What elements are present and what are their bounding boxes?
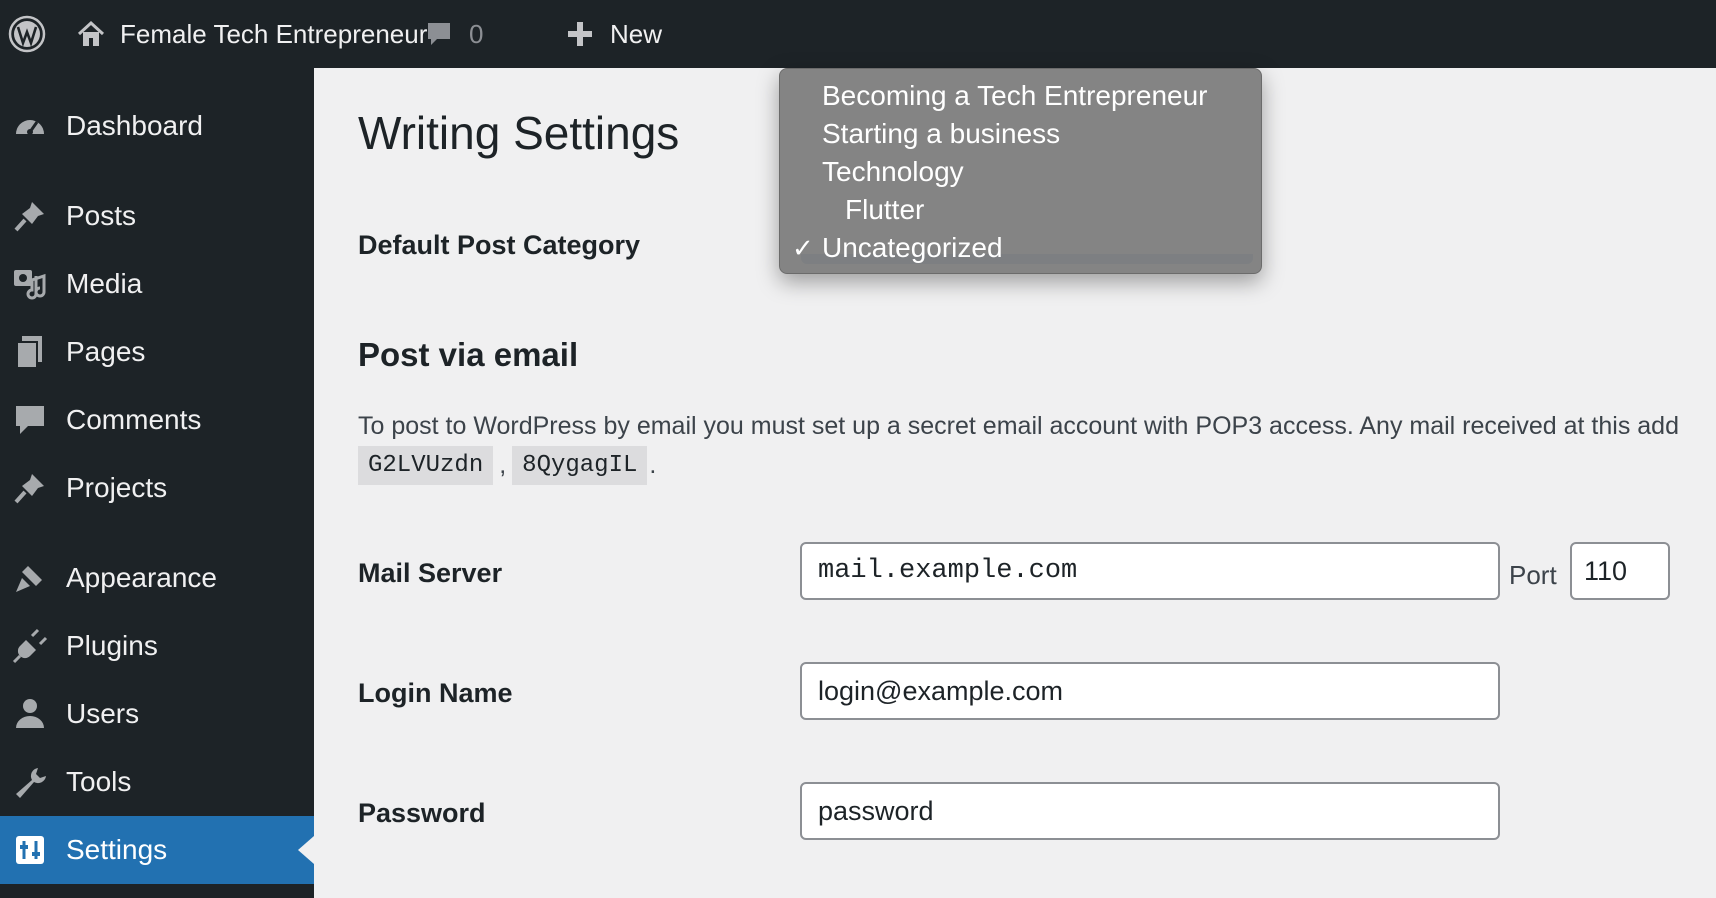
dropdown-option-starting-a-business[interactable]: Starting a business [780, 115, 1261, 153]
sidebar-item-appearance[interactable]: Appearance [0, 544, 314, 612]
login-name-input[interactable] [800, 662, 1500, 720]
code-end: . [649, 451, 657, 479]
password-label: Password [358, 798, 486, 828]
wordpress-logo-icon[interactable] [8, 0, 46, 68]
sidebar-item-label: Dashboard [66, 110, 203, 141]
dropdown-option-flutter[interactable]: Flutter [780, 191, 1261, 229]
new-label: New [610, 18, 663, 49]
sidebar-item-label: Users [66, 698, 140, 729]
sidebar-item-plugins[interactable]: Plugins [0, 612, 314, 680]
pin-icon [12, 470, 48, 506]
plug-icon [12, 628, 48, 664]
site-home-link[interactable]: Female Tech Entrepreneur [76, 0, 427, 68]
wrench-icon [12, 764, 48, 800]
category-dropdown-menu: Becoming a Tech Entrepreneur Starting a … [779, 68, 1262, 274]
sidebar-item-posts[interactable]: Posts [0, 182, 314, 250]
sidebar-item-label: Tools [66, 766, 132, 797]
mail-server-input[interactable] [800, 542, 1500, 600]
port-label: Port [1509, 560, 1557, 590]
settings-icon [12, 832, 48, 868]
dropdown-option-technology[interactable]: Technology [780, 153, 1261, 191]
sidebar-item-label: Media [66, 268, 143, 299]
home-icon [76, 19, 106, 49]
pin-icon [12, 198, 48, 234]
sidebar-item-settings[interactable]: Settings [0, 816, 314, 884]
new-content-link[interactable]: New [566, 0, 662, 68]
sidebar-item-label: Appearance [66, 562, 218, 593]
sidebar-item-tools[interactable]: Tools [0, 748, 314, 816]
brush-icon [12, 560, 48, 596]
dropdown-option-label: Starting a business [822, 118, 1061, 149]
sidebar-item-projects[interactable]: Projects [0, 454, 314, 522]
secret-codes: G2LVUzdn , 8QygagIL . [358, 446, 656, 485]
dropdown-option-label: Uncategorized [822, 232, 1003, 263]
user-icon [12, 696, 48, 732]
sidebar-item-label: Plugins [66, 630, 158, 661]
admin-bar: Female Tech Entrepreneur 0 New [0, 0, 1716, 68]
checkmark-icon: ✓ [792, 232, 814, 263]
comments-count: 0 [469, 18, 484, 49]
secret-code: G2LVUzdn [358, 446, 494, 485]
sidebar-item-label: Comments [66, 404, 202, 435]
plus-icon [566, 20, 594, 48]
dropdown-option-becoming-a-tech-entrepreneur[interactable]: Becoming a Tech Entrepreneur [780, 77, 1261, 115]
sidebar-item-media[interactable]: Media [0, 250, 314, 318]
admin-sidebar: Dashboard Posts Media Pages Comments Pro… [0, 68, 314, 898]
comment-icon [12, 402, 48, 438]
dropdown-option-label: Technology [822, 156, 964, 187]
secret-code: 8QygagIL [512, 446, 648, 485]
sidebar-item-dashboard[interactable]: Dashboard [0, 92, 314, 160]
sidebar-item-label: Pages [66, 336, 146, 367]
port-input[interactable] [1570, 542, 1670, 600]
sidebar-item-pages[interactable]: Pages [0, 318, 314, 386]
comments-link[interactable]: 0 [425, 0, 483, 68]
media-icon [12, 266, 48, 302]
sidebar-item-comments[interactable]: Comments [0, 386, 314, 454]
default-category-label: Default Post Category [358, 230, 641, 260]
code-separator: , [499, 451, 507, 479]
sidebar-item-label: Projects [66, 472, 168, 503]
sidebar-item-label: Settings [66, 834, 168, 865]
login-name-label: Login Name [358, 678, 513, 708]
dropdown-option-label: Flutter [845, 194, 925, 225]
dropdown-option-uncategorized[interactable]: ✓ Uncategorized [780, 229, 1261, 267]
post-via-email-title: Post via email [358, 336, 579, 373]
sidebar-item-label: Posts [66, 200, 137, 231]
dashboard-icon [12, 108, 48, 144]
mail-server-label: Mail Server [358, 558, 503, 588]
password-input[interactable] [800, 782, 1500, 840]
pages-icon [12, 334, 48, 370]
site-name: Female Tech Entrepreneur [120, 18, 428, 49]
sidebar-item-users[interactable]: Users [0, 680, 314, 748]
comment-icon [425, 20, 453, 48]
post-via-email-description: To post to WordPress by email you must s… [358, 412, 1679, 440]
page-title: Writing Settings [358, 107, 680, 159]
dropdown-option-label: Becoming a Tech Entrepreneur [822, 80, 1208, 111]
